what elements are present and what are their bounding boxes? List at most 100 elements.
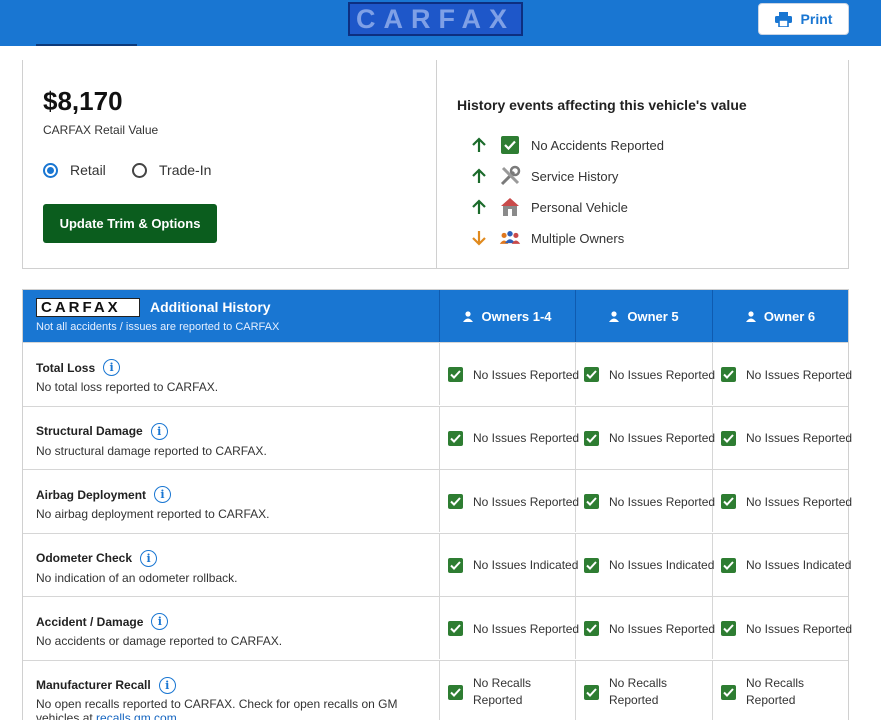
green-check-icon	[448, 684, 463, 700]
update-trim-button[interactable]: Update Trim & Options	[43, 204, 217, 243]
history-item: Personal Vehicle	[469, 196, 628, 218]
radio-trade-in-control[interactable]	[132, 162, 147, 178]
status-text: No Issues Reported	[609, 367, 716, 382]
table-row: Manufacturer Recall i No open recalls repo…	[23, 659, 848, 720]
print-label: Print	[800, 11, 833, 27]
status-text: No Issues Reported	[746, 494, 853, 509]
status-cell: No Recalls Reported	[584, 661, 689, 720]
row-divider	[575, 660, 576, 720]
print-button[interactable]: Print	[758, 3, 849, 35]
radio-trade-in[interactable]: Trade-In	[132, 162, 211, 178]
green-check-icon	[584, 494, 599, 509]
info-icon[interactable]: i	[103, 359, 121, 376]
row-description: No indication of an odometer rollback.	[36, 570, 238, 585]
green-check-icon	[584, 557, 599, 573]
table-row: Total Loss i No total loss reported to CAR…	[23, 342, 852, 406]
row-title: Airbag Deployment	[36, 487, 147, 502]
row-title: Manufacturer Recall	[36, 678, 151, 692]
row-title-wrap: Airbag Deployment i	[36, 486, 172, 503]
status-cell: No Issues Reported	[584, 407, 715, 470]
carfax-logo[interactable]: CARFAX	[348, 2, 523, 36]
logo-text: CARFAX	[355, 3, 515, 34]
status-cell: No Issues Reported	[584, 470, 715, 533]
status-cell: No Issues Reported	[448, 597, 579, 660]
arrow-down-icon	[469, 228, 489, 248]
row-divider	[439, 597, 440, 659]
row-divider	[712, 660, 713, 720]
printer-icon	[774, 11, 792, 27]
green-check-icon	[721, 684, 736, 700]
status-text: No Recalls Reported	[746, 676, 805, 707]
row-description-text: No open recalls reported to CARFAX. Chec…	[36, 696, 398, 720]
status-text: No Issues Reported	[746, 431, 853, 445]
additional-history-table: CARFAX Additional History Not all accide…	[22, 289, 853, 720]
row-description: No accidents or damage reported to CARFA…	[36, 634, 283, 648]
status-text: No Issues Reported	[746, 621, 853, 636]
green-check-icon	[721, 494, 736, 509]
status-text: No Recalls Reported	[609, 676, 668, 707]
green-check-icon	[584, 430, 599, 446]
row-title-wrap: Manufacturer Recall i	[36, 676, 176, 694]
radio-retail-label: Retail	[70, 162, 106, 178]
status-text: No Issues Reported	[609, 621, 716, 636]
green-check-icon	[721, 557, 736, 573]
status-cell: No Recalls Reported	[721, 661, 826, 720]
row-title-wrap: Odometer Check i	[36, 549, 158, 567]
value-card: $8,170 CARFAX Retail Value Retail Trade-…	[22, 60, 849, 269]
owner-label: Owner 5	[627, 308, 679, 324]
status-text: No Issues Reported	[473, 367, 580, 382]
status-text: No Issues Indicated	[609, 558, 715, 572]
tools-icon	[499, 165, 521, 187]
mini-logo-text: CARFAX	[41, 299, 121, 316]
green-check-icon	[721, 621, 736, 636]
row-divider	[439, 343, 440, 405]
history-item-label: No Accidents Reported	[531, 137, 664, 153]
row-divider	[439, 406, 440, 469]
info-icon[interactable]: i	[151, 613, 169, 630]
history-item-label: Personal Vehicle	[531, 199, 628, 215]
status-cell: No Issues Reported	[721, 343, 852, 406]
row-description: No total loss reported to CARFAX.	[36, 380, 219, 394]
row-title: Accident / Damage	[36, 614, 144, 629]
status-cell: No Issues Indicated	[721, 534, 851, 597]
radio-retail-control[interactable]	[43, 162, 58, 178]
arrow-up-icon	[469, 197, 489, 217]
status-text: No Issues Reported	[609, 494, 716, 509]
info-icon[interactable]: i	[150, 422, 168, 440]
owner-column-header: Owner 5	[576, 290, 712, 342]
person-icon	[463, 310, 474, 322]
row-title-wrap: Accident / Damage i	[36, 613, 169, 630]
green-check-icon	[448, 557, 463, 573]
house-icon	[499, 196, 521, 218]
history-item-label: Service History	[531, 168, 619, 184]
row-divider	[439, 533, 440, 596]
status-cell: No Issues Reported	[448, 343, 579, 406]
active-tab-indicator	[36, 44, 137, 46]
status-cell: No Issues Indicated	[584, 534, 714, 597]
info-icon[interactable]: i	[158, 676, 176, 694]
additional-history-title: Additional History	[150, 299, 271, 315]
top-bar: CARFAX Print	[0, 0, 881, 46]
table-row: Accident / Damage i No accidents or damage…	[23, 596, 852, 660]
carfax-mini-logo: CARFAX	[36, 298, 140, 317]
history-item: Multiple Owners	[469, 227, 624, 249]
table-row: Airbag Deployment i No airbag deployment r…	[23, 469, 852, 533]
row-title-wrap: Structural Damage i	[36, 422, 168, 440]
arrow-up-icon	[469, 135, 489, 155]
row-description: No structural damage reported to CARFAX.	[36, 443, 267, 458]
row-title: Odometer Check	[36, 551, 133, 565]
green-check-icon	[499, 134, 521, 156]
owner-label: Owner 6	[763, 308, 816, 324]
status-text: No Issues Reported	[473, 621, 580, 636]
row-title: Total Loss	[36, 360, 96, 375]
person-icon	[609, 310, 620, 322]
status-cell: No Issues Reported	[584, 597, 715, 660]
info-icon[interactable]: i	[140, 549, 158, 567]
radio-retail[interactable]: Retail	[43, 162, 106, 178]
row-divider	[439, 470, 440, 532]
additional-history-subtitle: Not all accidents / issues are reported …	[36, 321, 280, 333]
green-check-icon	[721, 367, 736, 382]
info-icon[interactable]: i	[154, 486, 172, 503]
retail-value-label: CARFAX Retail Value	[43, 123, 159, 137]
recall-link[interactable]: recalls.gm.com	[96, 711, 177, 720]
